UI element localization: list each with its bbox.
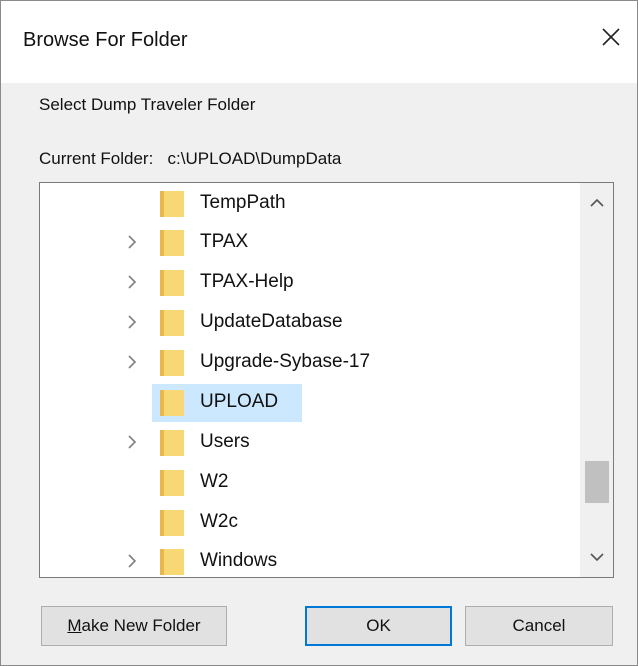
browse-for-folder-dialog: Browse For Folder Select Dump Traveler F…: [0, 0, 638, 666]
chevron-right-icon[interactable]: [124, 354, 140, 370]
folder-icon: [160, 470, 184, 496]
tree-item-label: Windows: [200, 550, 278, 571]
tree-item-label: W2c: [200, 511, 238, 532]
tree-item[interactable]: UPLOAD: [40, 382, 580, 422]
scroll-down-button[interactable]: [580, 537, 613, 577]
vertical-scrollbar[interactable]: [580, 183, 613, 577]
tree-item[interactable]: TPAX: [40, 222, 580, 262]
chevron-right-icon[interactable]: [124, 234, 140, 250]
chevron-right-icon[interactable]: [124, 434, 140, 450]
scroll-up-button[interactable]: [580, 183, 613, 223]
folder-icon: [160, 270, 184, 296]
make-new-folder-label: ake New Folder: [81, 616, 201, 635]
folder-tree[interactable]: TempPath TPAX TPAX-Help UpdateDatabase Upgra…: [39, 182, 614, 578]
make-new-folder-button[interactable]: Make New Folder: [41, 606, 227, 646]
scroll-thumb[interactable]: [585, 461, 609, 503]
current-folder: Current Folder: c:\UPLOAD\DumpData: [39, 149, 341, 169]
close-icon: [602, 28, 620, 46]
folder-icon: [160, 310, 184, 336]
tree-item-label: TempPath: [200, 192, 286, 213]
folder-icon: [160, 430, 184, 456]
chevron-right-icon[interactable]: [124, 274, 140, 290]
chevron-down-icon: [589, 553, 604, 562]
title-bar: Browse For Folder: [1, 1, 637, 83]
cancel-button[interactable]: Cancel: [465, 606, 613, 646]
folder-icon: [160, 390, 184, 416]
instruction-text: Select Dump Traveler Folder: [39, 95, 256, 114]
tree-item-label: UPLOAD: [200, 391, 279, 412]
tree-item-label: W2: [200, 471, 229, 492]
folder-icon: [160, 510, 184, 536]
tree-item[interactable]: W2: [40, 462, 580, 502]
tree-item[interactable]: Windows: [40, 541, 580, 577]
chevron-right-icon[interactable]: [124, 553, 140, 569]
folder-icon: [160, 350, 184, 376]
ok-label: OK: [366, 616, 391, 635]
ok-button[interactable]: OK: [305, 606, 452, 646]
tree-item-label: TPAX: [200, 231, 249, 252]
chevron-up-icon: [589, 198, 604, 207]
current-folder-path: c:\UPLOAD\DumpData: [167, 149, 342, 168]
chevron-right-icon[interactable]: [124, 314, 140, 330]
tree-item-label: TPAX-Help: [200, 271, 294, 292]
cancel-label: Cancel: [512, 616, 566, 635]
tree-item[interactable]: UpdateDatabase: [40, 302, 580, 342]
tree-item[interactable]: Users: [40, 422, 580, 462]
tree-item-label: UpdateDatabase: [200, 311, 343, 332]
tree-item-label: Upgrade-Sybase-17: [200, 351, 371, 372]
folder-icon: [160, 549, 184, 575]
tree-item[interactable]: W2c: [40, 502, 580, 542]
tree-item-label: Users: [200, 431, 250, 452]
make-new-folder-mnemonic: M: [67, 616, 82, 635]
tree-item[interactable]: Upgrade-Sybase-17: [40, 342, 580, 382]
tree-item[interactable]: TPAX-Help: [40, 262, 580, 302]
tree-item[interactable]: TempPath: [40, 183, 580, 223]
folder-icon: [160, 191, 184, 217]
current-folder-label: Current Folder:: [39, 149, 154, 168]
dialog-title: Browse For Folder: [23, 29, 188, 51]
folder-icon: [160, 230, 184, 256]
close-button[interactable]: [591, 17, 631, 57]
